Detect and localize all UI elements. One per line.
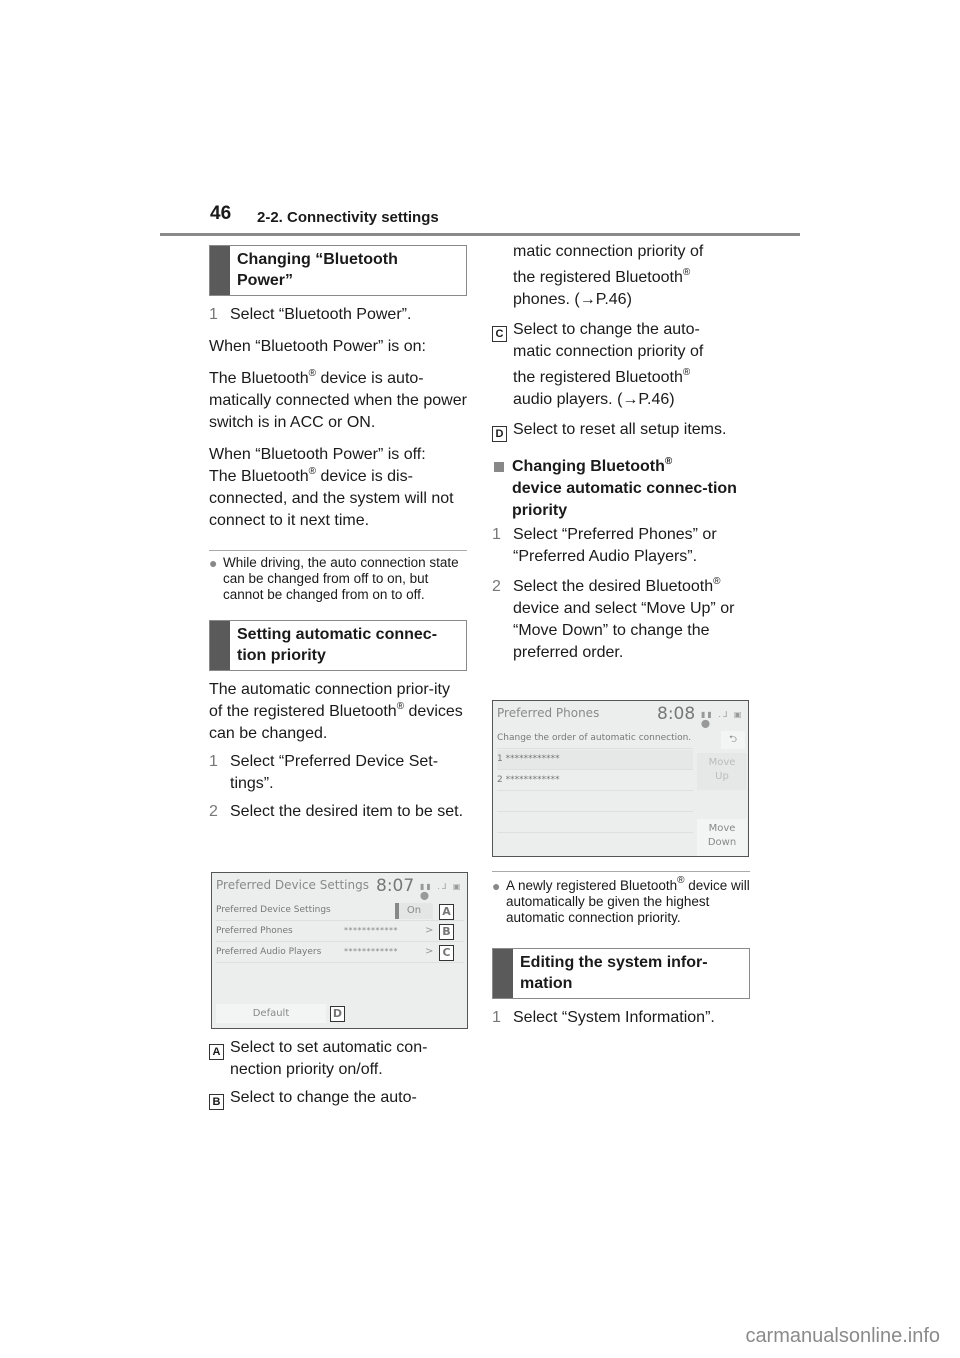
- heading-changing-bluetooth-power: Changing “Bluetooth Power”: [209, 245, 467, 296]
- clock: 8:07: [376, 876, 415, 896]
- left-column: Changing “Bluetooth Power” 1 Select “Blu…: [209, 245, 467, 823]
- page-number: 46: [210, 203, 232, 224]
- toggle-indicator: [395, 903, 399, 919]
- note-driving: ● While driving, the auto connection sta…: [209, 555, 459, 602]
- instruction-text: Change the order of automatic connection…: [497, 729, 693, 749]
- on-description: The Bluetooth® device is auto-matically …: [209, 368, 467, 432]
- bullet-icon: ●: [209, 555, 218, 571]
- screen-title: Preferred Phones: [497, 706, 600, 720]
- default-button[interactable]: Default: [216, 1004, 326, 1023]
- label-descriptions-left: A Select to set automatic con-nection pr…: [209, 1037, 467, 1112]
- divider: [492, 871, 750, 872]
- callout-d: D: [330, 1006, 345, 1022]
- label-b-description: B Select to change the auto-: [209, 1087, 467, 1112]
- step-1: 1 Select “Bluetooth Power”.: [209, 306, 412, 323]
- right-column: matic connection priority of the registe…: [492, 241, 750, 664]
- heading-editing-system-information: Editing the system infor- mation: [492, 948, 750, 999]
- square-bullet-icon: [494, 462, 504, 472]
- label-d-description: D Select to reset all setup items.: [492, 419, 750, 444]
- label-b-continued: matic connection priority of the registe…: [513, 243, 704, 308]
- step-1: 1 Select “Preferred Phones” or “Preferre…: [492, 526, 717, 565]
- back-button[interactable]: ⮌: [721, 731, 745, 749]
- screen-title: Preferred Device Settings: [216, 878, 369, 892]
- step-1: 1 Select “System Information”.: [492, 1009, 715, 1026]
- preferred-device-settings-screen: Preferred Device Settings 8:07 ▮▮ .⅃ ▣ ⬤…: [211, 872, 468, 1029]
- bullet-icon: ●: [492, 878, 501, 894]
- watermark: carmanualsonline.info: [745, 1325, 940, 1347]
- label-a-description: A Select to set automatic con-nection pr…: [209, 1037, 467, 1081]
- chevron-right-icon: >: [425, 925, 434, 936]
- preferred-phones-screen: Preferred Phones 8:08 ▮▮ .⅃ ▣ ⬤ Change t…: [492, 700, 749, 857]
- clock: 8:08: [657, 704, 696, 724]
- off-title: When “Bluetooth Power” is off:: [209, 446, 426, 463]
- status-icons: ▮▮ .⅃ ▣ ⬤: [420, 882, 463, 900]
- divider: [209, 550, 467, 551]
- move-up-button[interactable]: Move Up: [697, 753, 747, 790]
- header-rule: [160, 233, 800, 236]
- device-row-2[interactable]: 2 ************: [497, 771, 693, 791]
- callout-c: C: [439, 945, 454, 961]
- back-icon: ⮌: [728, 734, 737, 745]
- device-row-1[interactable]: 1 ************: [497, 750, 693, 770]
- subheading-changing-priority: Changing Bluetooth® device automatic conn…: [492, 456, 750, 522]
- step-1: 1 Select “Preferred Device Set-tings”.: [209, 753, 439, 792]
- off-description: The Bluetooth® device is dis-connected, …: [209, 466, 454, 530]
- intro-text: The automatic connection prior-ity of th…: [209, 681, 463, 742]
- move-down-button[interactable]: Move Down: [697, 819, 747, 856]
- toggle-on[interactable]: On: [395, 903, 433, 919]
- callout-b: B: [439, 924, 454, 940]
- chevron-right-icon: >: [425, 946, 434, 957]
- step-2: 2 Select the desired item to be set.: [209, 803, 464, 820]
- status-icons: ▮▮ .⅃ ▣ ⬤: [701, 710, 744, 728]
- on-title: When “Bluetooth Power” is on:: [209, 338, 426, 355]
- section-title: 2-2. Connectivity settings: [257, 209, 439, 226]
- note-new-device: ● A newly registered Bluetooth® device w…: [492, 875, 750, 926]
- heading-automatic-connection-priority: Setting automatic connec- tion priority: [209, 620, 467, 671]
- step-2: 2 Select the desired Bluetooth® device a…: [492, 576, 735, 662]
- callout-a: A: [439, 904, 454, 920]
- label-c-description: C Select to change the auto- matic conne…: [492, 319, 750, 411]
- right-column-lower: ● A newly registered Bluetooth® device w…: [492, 871, 750, 1029]
